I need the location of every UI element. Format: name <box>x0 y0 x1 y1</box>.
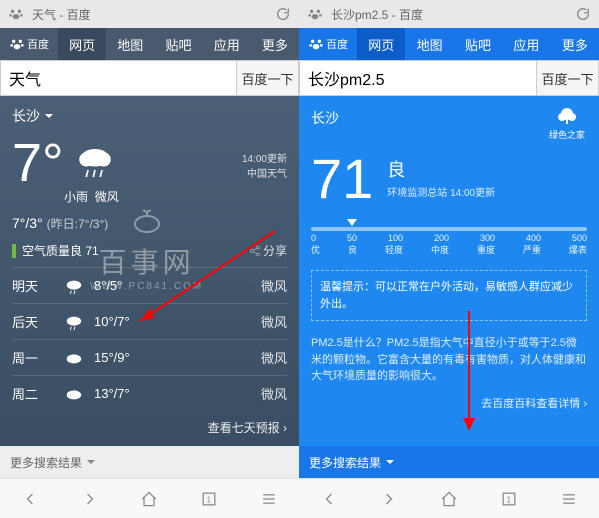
search-input[interactable] <box>300 61 536 95</box>
pm-value: 71 <box>311 146 373 211</box>
baidu-paw-icon <box>8 6 24 22</box>
address-bar[interactable]: 天气 - 百度 <box>0 0 299 28</box>
aqi-text: 空气质量良 71 <box>22 242 99 259</box>
temp-range: 7°/3°(昨日:7°/3°) <box>12 215 287 232</box>
share-icon <box>249 245 261 257</box>
baidu-logo[interactable]: 百度 <box>299 36 357 52</box>
back-icon[interactable] <box>20 489 40 509</box>
home-icon[interactable] <box>439 489 459 509</box>
scale-cursor <box>347 219 357 226</box>
tab-app[interactable]: 应用 <box>203 28 251 60</box>
tab-more[interactable]: 更多 <box>251 28 299 60</box>
forecast-list: 明天8°/5°微风后天10°/7°微风周一15°/9°微风周二13°/7°微风 <box>12 267 287 411</box>
search-button[interactable]: 百度一下 <box>236 61 298 95</box>
back-icon[interactable] <box>319 489 339 509</box>
search-bar: 百度一下 <box>299 60 599 96</box>
more-results[interactable]: 更多搜索结果 <box>299 446 599 478</box>
weather-icon <box>62 385 86 403</box>
forecast-row[interactable]: 周一15°/9°微风 <box>12 339 287 375</box>
weather-icon <box>62 277 86 295</box>
current-temp: 7° <box>12 132 64 194</box>
more-results[interactable]: 更多搜索结果 <box>0 446 299 478</box>
weather-icon <box>62 349 86 367</box>
update-time: 14:00更新中国天气 <box>242 150 287 180</box>
baidu-paw-icon <box>308 36 324 52</box>
tree-icon <box>555 106 579 126</box>
chevron-down-icon <box>385 457 395 467</box>
menu-icon[interactable] <box>259 489 279 509</box>
tab-map[interactable]: 地图 <box>106 28 154 60</box>
refresh-icon[interactable] <box>575 6 591 22</box>
address-bar[interactable]: 长沙pm2.5 - 百度 <box>299 0 599 28</box>
tabs-icon[interactable]: 1 <box>199 489 219 509</box>
rain-cloud-icon <box>74 142 116 184</box>
tab-app[interactable]: 应用 <box>502 28 550 60</box>
tabs-icon[interactable]: 1 <box>499 489 519 509</box>
chevron-down-icon <box>86 457 96 467</box>
pm-card: 长沙 绿色之家 71 良 环境监测总站 14:00更新 050100200300… <box>299 96 599 446</box>
baike-link[interactable]: 去百度百科查看详情 › <box>311 395 587 411</box>
search-button[interactable]: 百度一下 <box>536 61 598 95</box>
pm-grade: 良 <box>387 156 495 182</box>
nav-tabs: 网页 地图 贴吧 应用 更多 <box>58 28 299 60</box>
aqi-indicator <box>12 244 16 258</box>
chevron-down-icon <box>44 111 54 121</box>
aqi-row[interactable]: 空气质量良 71 分享 <box>12 242 287 259</box>
baidu-logo[interactable]: 百度 <box>0 36 58 52</box>
svg-text:1: 1 <box>507 494 512 504</box>
pm-time: 环境监测总站 14:00更新 <box>387 184 495 199</box>
forecast-row[interactable]: 明天8°/5°微风 <box>12 267 287 303</box>
tab-tieba[interactable]: 贴吧 <box>154 28 202 60</box>
share-button[interactable]: 分享 <box>249 242 287 259</box>
bottom-nav: 1 <box>0 478 299 518</box>
forecast-row[interactable]: 周二13°/7°微风 <box>12 375 287 411</box>
health-tip: 温馨提示：可以正常在户外活动，易敏感人群应减少外出。 <box>311 270 587 321</box>
bottom-nav: 1 <box>299 478 599 518</box>
city-label: 长沙 <box>311 108 587 128</box>
search-bar: 百度一下 <box>0 60 299 96</box>
nav-tabs: 网页 地图 贴吧 应用 更多 <box>357 28 599 60</box>
pm-explanation: PM2.5是什么？PM2.5是指大气中直径小于或等于2.5微米的颗粒物。它富含大… <box>311 335 587 385</box>
home-icon[interactable] <box>139 489 159 509</box>
city-selector[interactable]: 长沙 <box>12 106 287 126</box>
tab-more[interactable]: 更多 <box>551 28 599 60</box>
tab-map[interactable]: 地图 <box>405 28 453 60</box>
address-text: 长沙pm2.5 - 百度 <box>331 6 567 23</box>
aqi-scale: 050100200300400500 优良轻度中度重度严重爆表 <box>311 227 587 256</box>
forward-icon[interactable] <box>379 489 399 509</box>
menu-icon[interactable] <box>559 489 579 509</box>
svg-text:1: 1 <box>207 494 212 504</box>
weather-desc: 小雨 微风 <box>64 188 287 205</box>
weather-card: 长沙 14:00更新中国天气 7° 小雨 微风 7°/3°(昨日:7°/3°) … <box>0 96 299 446</box>
tab-web[interactable]: 网页 <box>357 28 405 60</box>
weather-icon <box>62 313 86 331</box>
data-source: 绿色之家 <box>549 106 585 141</box>
header: 百度 网页 地图 贴吧 应用 更多 <box>299 28 599 60</box>
address-text: 天气 - 百度 <box>32 6 267 23</box>
tab-tieba[interactable]: 贴吧 <box>454 28 502 60</box>
baidu-paw-icon <box>307 6 323 22</box>
baidu-paw-icon <box>9 36 25 52</box>
forward-icon[interactable] <box>80 489 100 509</box>
refresh-icon[interactable] <box>275 6 291 22</box>
tab-web[interactable]: 网页 <box>58 28 106 60</box>
seven-day-link[interactable]: 查看七天预报 › <box>12 411 287 444</box>
search-input[interactable] <box>1 61 236 95</box>
header: 百度 网页 地图 贴吧 应用 更多 <box>0 28 299 60</box>
forecast-row[interactable]: 后天10°/7°微风 <box>12 303 287 339</box>
